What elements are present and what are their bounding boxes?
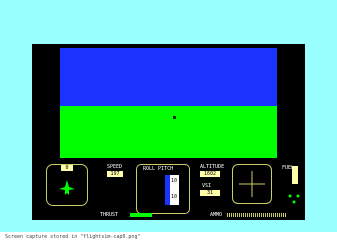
attitude-indicator: 0 <box>46 164 88 206</box>
ammo-bar <box>227 213 287 217</box>
speed-value: 197 <box>107 171 123 177</box>
pitch-scale-bar <box>165 175 170 205</box>
vsi-value: 31 <box>200 190 220 196</box>
gun-reticle <box>173 116 176 119</box>
altitude-label: ALTITUDE <box>200 164 225 170</box>
roll-pitch-indicator: ROLL PITCH 10 10 <box>136 164 190 214</box>
thrust-label: THRUST <box>100 212 119 218</box>
thrust-bar <box>130 213 152 217</box>
vsi-label: VSI <box>202 183 212 189</box>
speed-label: SPEED <box>107 164 123 170</box>
crosshair-icon <box>239 171 265 197</box>
ammo-label: AMMO <box>210 212 223 218</box>
radar-compass <box>232 164 272 204</box>
game-screen: 0 SPEED 197 ROLL PITCH 10 10 ALTITUDE 16… <box>32 44 305 220</box>
sky <box>60 48 277 106</box>
fuel-label: FUEL <box>282 165 295 171</box>
warning-icon <box>288 194 300 204</box>
aircraft-icon <box>59 180 75 195</box>
window-background: 0 SPEED 197 ROLL PITCH 10 10 ALTITUDE 16… <box>0 0 337 232</box>
status-message: Screen capture stored in "flightsim-cap0… <box>5 234 141 240</box>
ground <box>60 106 277 158</box>
pitch-mark-top: 10 <box>171 178 178 184</box>
roll-pitch-label: ROLL PITCH <box>143 166 174 172</box>
altitude-value: 1602 <box>200 171 220 177</box>
pitch-mark-bottom: 10 <box>171 194 178 200</box>
